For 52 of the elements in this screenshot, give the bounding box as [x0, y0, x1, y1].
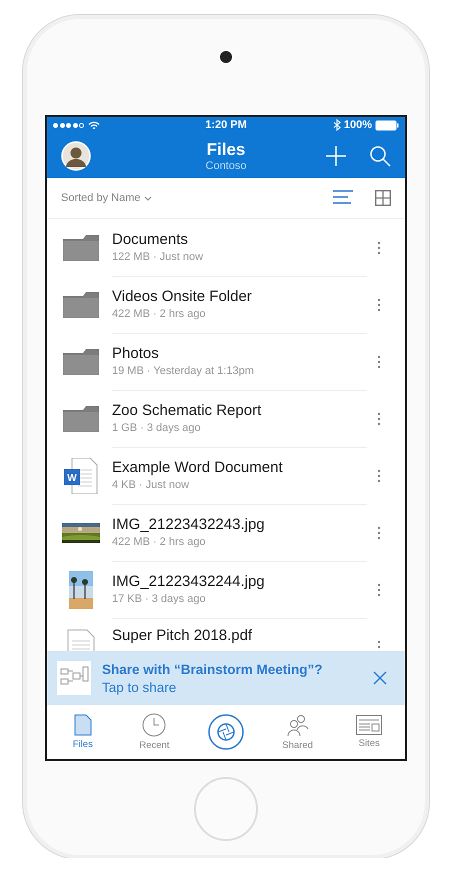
file-details: 4 KB · Just now: [112, 479, 190, 491]
folder-icon: [63, 234, 99, 260]
plus-icon: [325, 144, 347, 166]
tab[interactable]: Shared: [262, 705, 334, 759]
file-name: Example Word Document: [112, 459, 284, 476]
people-icon: [286, 713, 310, 737]
search-icon: [369, 144, 391, 166]
clock-icon: [142, 713, 166, 737]
document-icon: [74, 714, 92, 736]
tab[interactable]: Sites: [333, 705, 405, 759]
file-name: Documents: [112, 231, 189, 248]
camera-lens: [220, 51, 232, 63]
file-row[interactable]: Zoo Schematic Report 1 GB · 3 days ago: [47, 390, 405, 447]
signal-icon: [53, 122, 84, 128]
file-row[interactable]: W Example Word Document 4 KB · Just now: [47, 447, 405, 504]
file-details: 1 GB · 3 days ago: [112, 422, 202, 434]
tab[interactable]: Recent: [118, 705, 190, 759]
file-name: Zoo Schematic Report: [112, 402, 262, 419]
file-details: 17 KB · 3 days ago: [112, 593, 207, 605]
file-details: 422 MB · 2 hrs ago: [112, 536, 207, 548]
file-details: 422 MB · 2 hrs ago: [112, 308, 207, 320]
status-time: 1:20 PM: [205, 119, 247, 131]
sort-dropdown[interactable]: Sorted by Name: [61, 192, 152, 204]
battery-icon: [375, 120, 399, 130]
file-name: Photos: [112, 345, 160, 362]
banner-action: Tap to share: [102, 680, 178, 694]
avatar[interactable]: [61, 140, 91, 170]
file-name: Videos Onsite Folder: [112, 288, 253, 305]
bluetooth-icon: [332, 119, 341, 131]
tab[interactable]: Files: [47, 705, 119, 759]
battery-percent: 100%: [344, 119, 372, 131]
file-row[interactable]: Photos 19 MB · Yesterday at 1:13pm: [47, 333, 405, 390]
file-name: IMG_21223432244.jpg: [112, 573, 266, 590]
screen-subtitle: Contoso: [206, 160, 246, 172]
screen-title: Files: [206, 140, 246, 160]
banner-title: Share with “Brainstorm Meeting”?: [102, 662, 324, 676]
folder-icon: [63, 292, 99, 318]
file-details: 19 MB · Yesterday at 1:13pm: [112, 365, 255, 377]
file-row[interactable]: Documents 122 MB · Just now: [47, 219, 405, 276]
file-row[interactable]: IMG_21223432244.jpg 17 KB · 3 days ago: [47, 561, 405, 618]
file-name: IMG_21223432243.jpg: [112, 516, 266, 533]
folder-icon: [63, 348, 99, 374]
camera-shutter-icon: [208, 714, 244, 750]
file-name: Super Pitch 2018.pdf: [112, 627, 254, 644]
wifi-icon: [88, 120, 100, 130]
file-row[interactable]: IMG_21223432243.jpg 422 MB · 2 hrs ago: [47, 504, 405, 561]
close-icon: [373, 671, 387, 685]
file-details: 122 MB · Just now: [112, 251, 204, 263]
folder-icon: [63, 406, 99, 432]
file-row[interactable]: Videos Onsite Folder 422 MB · 2 hrs ago: [47, 276, 405, 333]
web-page-icon: [356, 715, 382, 735]
chevron-down-icon: [144, 196, 152, 200]
